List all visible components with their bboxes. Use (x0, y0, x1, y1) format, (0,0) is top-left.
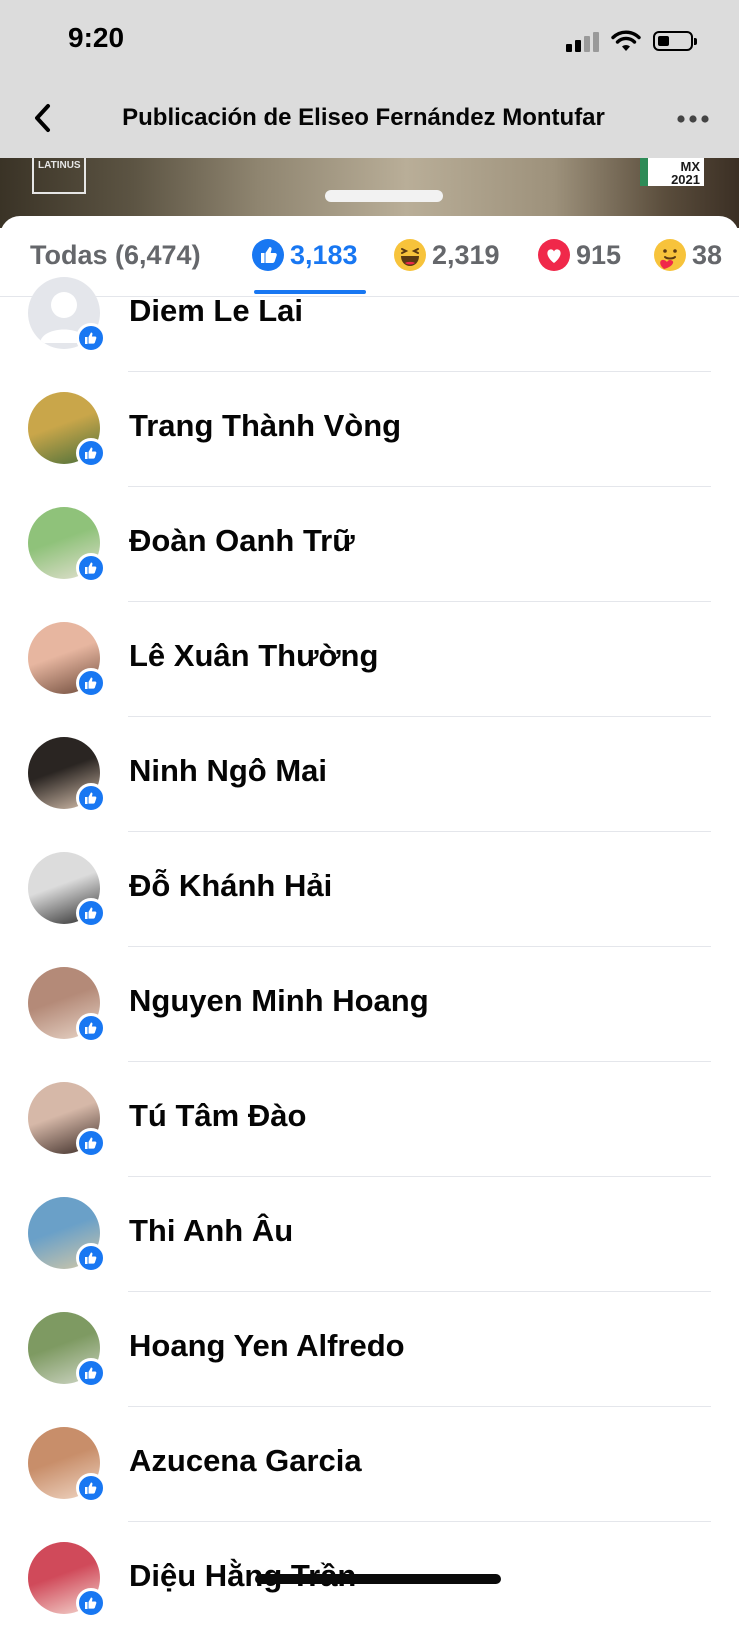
like-icon (85, 1482, 97, 1494)
reactor-name[interactable]: Đoàn Oanh Trữ (129, 523, 355, 559)
reactor-row[interactable]: Lê Xuân Thường (0, 602, 739, 717)
like-icon (85, 332, 97, 344)
like-icon (85, 1137, 97, 1149)
mx-2021-logo-text: MX 2021 (671, 159, 700, 187)
status-time: 9:20 (68, 22, 125, 53)
like-icon (85, 792, 97, 804)
reactor-name[interactable]: Đỗ Khánh Hải (129, 868, 332, 904)
more-horizontal-icon (677, 115, 709, 123)
like-icon (85, 1252, 97, 1264)
reactor-name[interactable]: Thi Anh Âu (129, 1213, 293, 1249)
reactor-row[interactable]: Thi Anh Âu (0, 1177, 739, 1292)
like-badge (76, 1013, 106, 1043)
battery-fill (658, 36, 669, 46)
like-badge (76, 1128, 106, 1158)
battery-icon (653, 31, 697, 51)
like-icon (85, 1367, 97, 1379)
back-button[interactable] (28, 100, 58, 136)
like-badge (76, 668, 106, 698)
reactor-name[interactable]: Ninh Ngô Mai (129, 753, 327, 789)
latinus-logo: LATINUS (32, 158, 86, 194)
reactor-name[interactable]: Hoang Yen Alfredo (129, 1328, 405, 1364)
status-icons (566, 26, 697, 56)
reactor-row[interactable]: Đỗ Khánh Hải (0, 832, 739, 947)
sheet-grabber[interactable] (325, 190, 443, 202)
like-badge (76, 1243, 106, 1273)
home-indicator[interactable] (255, 1574, 501, 1584)
mx-2021-logo: MX 2021 (640, 158, 704, 186)
cellular-signal-icon (566, 30, 599, 52)
like-badge (76, 898, 106, 928)
reactor-row[interactable]: Azucena Garcia (0, 1407, 739, 1522)
reactor-row[interactable]: Tú Tâm Đào (0, 1062, 739, 1177)
reactor-name[interactable]: Tú Tâm Đào (129, 1098, 306, 1134)
like-badge (76, 1588, 106, 1618)
reactor-name[interactable]: Azucena Garcia (129, 1443, 362, 1479)
latinus-logo-text: LATINUS (38, 160, 81, 171)
like-badge (76, 1358, 106, 1388)
reactor-name[interactable]: Lê Xuân Thường (129, 638, 378, 674)
reactor-name[interactable]: Nguyen Minh Hoang (129, 983, 429, 1019)
like-icon (85, 447, 97, 459)
chevron-left-icon (35, 104, 50, 132)
like-icon (85, 562, 97, 574)
reactor-row[interactable]: Hoang Yen Alfredo (0, 1292, 739, 1407)
like-badge (76, 323, 106, 353)
like-icon (85, 1022, 97, 1034)
like-badge (76, 438, 106, 468)
like-icon (85, 677, 97, 689)
reactor-row[interactable]: Diem Le Lai (0, 257, 739, 372)
like-badge (76, 783, 106, 813)
like-icon (85, 907, 97, 919)
like-icon (85, 1597, 97, 1609)
like-badge (76, 553, 106, 583)
reactor-row[interactable]: Ninh Ngô Mai (0, 717, 739, 832)
reactor-name[interactable]: Trang Thành Vòng (129, 408, 401, 444)
reactor-row[interactable]: Trang Thành Vòng (0, 372, 739, 487)
reactor-name[interactable]: Diem Le Lai (129, 293, 303, 329)
reactor-row[interactable]: Nguyen Minh Hoang (0, 947, 739, 1062)
reactor-row[interactable]: Đoàn Oanh Trữ (0, 487, 739, 602)
more-options-button[interactable] (673, 104, 713, 134)
page-title: Publicación de Eliseo Fernández Montufar (122, 104, 605, 131)
wifi-icon (611, 30, 641, 51)
like-badge (76, 1473, 106, 1503)
